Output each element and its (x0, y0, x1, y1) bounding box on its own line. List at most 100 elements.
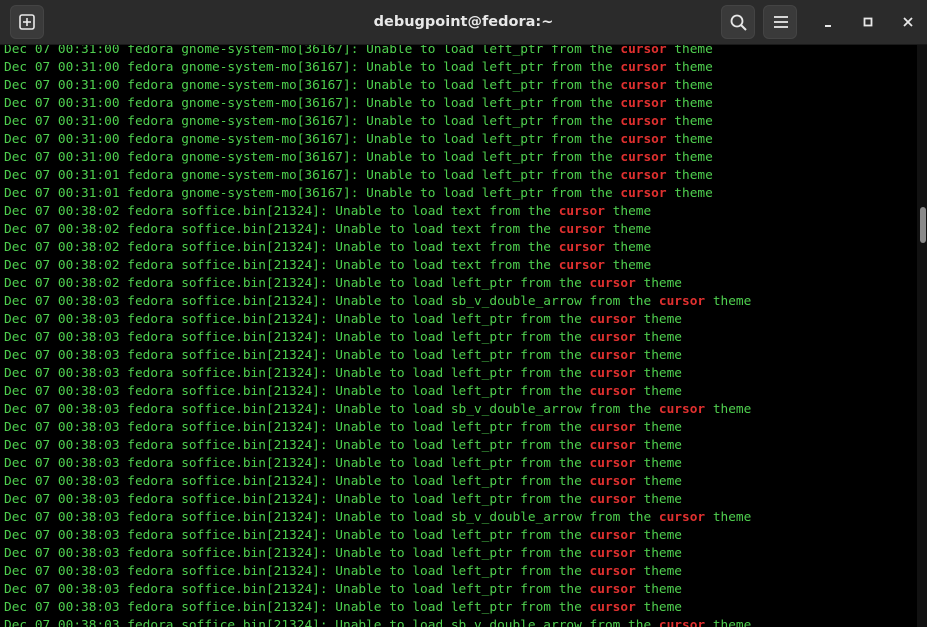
terminal-line: Dec 07 00:31:00 fedora gnome-system-mo[3… (4, 59, 751, 77)
terminal-line: Dec 07 00:38:02 fedora soffice.bin[21324… (4, 257, 751, 275)
maximize-icon (863, 17, 873, 27)
log-text: Dec 07 00:38:03 fedora soffice.bin[21324… (4, 600, 590, 615)
log-text-suffix: theme (635, 600, 683, 615)
highlighted-match: cursor (658, 618, 706, 627)
log-text: Dec 07 00:31:00 fedora gnome-system-mo[3… (4, 96, 621, 111)
log-text-suffix: theme (666, 114, 713, 129)
highlighted-match: cursor (620, 114, 667, 129)
highlighted-match: cursor (620, 96, 667, 111)
log-text-suffix: theme (705, 618, 752, 627)
scrollbar-thumb[interactable] (920, 207, 926, 243)
terminal-line: Dec 07 00:31:01 fedora gnome-system-mo[3… (4, 167, 751, 185)
minimize-button[interactable] (818, 12, 838, 32)
highlighted-match: cursor (658, 294, 706, 309)
log-text-suffix: theme (635, 330, 683, 345)
terminal-line: Dec 07 00:38:03 fedora soffice.bin[21324… (4, 365, 751, 383)
terminal-line: Dec 07 00:38:02 fedora soffice.bin[21324… (4, 221, 751, 239)
terminal-lines: Dec 07 00:31:00 fedora gnome-system-mo[3… (4, 45, 751, 627)
highlighted-match: cursor (589, 564, 636, 579)
highlighted-match: cursor (589, 528, 636, 543)
highlighted-match: cursor (558, 240, 605, 255)
highlighted-match: cursor (589, 582, 636, 597)
log-text: Dec 07 00:38:03 fedora soffice.bin[21324… (4, 582, 590, 597)
log-text: Dec 07 00:38:03 fedora soffice.bin[21324… (4, 294, 659, 309)
terminal-line: Dec 07 00:38:03 fedora soffice.bin[21324… (4, 455, 751, 473)
terminal-line: Dec 07 00:38:03 fedora soffice.bin[21324… (4, 491, 751, 509)
log-text-suffix: theme (666, 186, 713, 201)
highlighted-match: cursor (620, 78, 667, 93)
log-text-suffix: theme (635, 492, 683, 507)
terminal-line: Dec 07 00:38:03 fedora soffice.bin[21324… (4, 329, 751, 347)
log-text: Dec 07 00:38:03 fedora soffice.bin[21324… (4, 420, 590, 435)
highlighted-match: cursor (589, 366, 636, 381)
log-text: Dec 07 00:38:03 fedora soffice.bin[21324… (4, 384, 590, 399)
log-text-suffix: theme (635, 564, 683, 579)
log-text: Dec 07 00:31:00 fedora gnome-system-mo[3… (4, 114, 621, 129)
log-text: Dec 07 00:38:03 fedora soffice.bin[21324… (4, 348, 590, 363)
terminal-line: Dec 07 00:38:03 fedora soffice.bin[21324… (4, 401, 751, 419)
log-text: Dec 07 00:31:00 fedora gnome-system-mo[3… (4, 45, 621, 57)
highlighted-match: cursor (589, 384, 636, 399)
log-text: Dec 07 00:38:03 fedora soffice.bin[21324… (4, 546, 590, 561)
log-text-suffix: theme (635, 474, 683, 489)
terminal-line: Dec 07 00:38:03 fedora soffice.bin[21324… (4, 599, 751, 617)
log-text-suffix: theme (604, 240, 652, 255)
log-text-suffix: theme (666, 168, 713, 183)
log-text: Dec 07 00:38:03 fedora soffice.bin[21324… (4, 456, 590, 471)
log-text-suffix: theme (635, 438, 683, 453)
log-text-suffix: theme (635, 348, 683, 363)
highlighted-match: cursor (620, 186, 667, 201)
log-text: Dec 07 00:38:02 fedora soffice.bin[21324… (4, 204, 559, 219)
log-text-suffix: theme (604, 222, 652, 237)
log-text-suffix: theme (666, 132, 713, 147)
terminal-line: Dec 07 00:38:03 fedora soffice.bin[21324… (4, 383, 751, 401)
highlighted-match: cursor (589, 438, 636, 453)
terminal-line: Dec 07 00:38:02 fedora soffice.bin[21324… (4, 275, 751, 293)
log-text: Dec 07 00:31:00 fedora gnome-system-mo[3… (4, 132, 621, 147)
maximize-button[interactable] (858, 12, 878, 32)
terminal-line: Dec 07 00:38:02 fedora soffice.bin[21324… (4, 203, 751, 221)
log-text-suffix: theme (635, 456, 683, 471)
log-text-suffix: theme (635, 546, 683, 561)
highlighted-match: cursor (620, 45, 667, 57)
terminal-line: Dec 07 00:38:03 fedora soffice.bin[21324… (4, 581, 751, 599)
log-text-suffix: theme (666, 150, 713, 165)
terminal-line: Dec 07 00:38:02 fedora soffice.bin[21324… (4, 239, 751, 257)
menu-button[interactable] (763, 5, 797, 39)
close-button[interactable] (898, 12, 918, 32)
highlighted-match: cursor (589, 276, 636, 291)
log-text-suffix: theme (705, 294, 752, 309)
highlighted-match: cursor (589, 420, 636, 435)
terminal-line: Dec 07 00:31:01 fedora gnome-system-mo[3… (4, 185, 751, 203)
terminal-line: Dec 07 00:38:03 fedora soffice.bin[21324… (4, 563, 751, 581)
highlighted-match: cursor (620, 132, 667, 147)
highlighted-match: cursor (589, 546, 636, 561)
highlighted-match: cursor (620, 60, 667, 75)
log-text: Dec 07 00:38:03 fedora soffice.bin[21324… (4, 366, 590, 381)
log-text-suffix: theme (705, 510, 752, 525)
terminal-line: Dec 07 00:31:00 fedora gnome-system-mo[3… (4, 77, 751, 95)
terminal-line: Dec 07 00:38:03 fedora soffice.bin[21324… (4, 419, 751, 437)
log-text: Dec 07 00:38:03 fedora soffice.bin[21324… (4, 528, 590, 543)
log-text-suffix: theme (705, 402, 752, 417)
log-text-suffix: theme (635, 366, 683, 381)
log-text-suffix: theme (604, 204, 652, 219)
terminal-line: Dec 07 00:38:03 fedora soffice.bin[21324… (4, 617, 751, 627)
vertical-scrollbar[interactable] (917, 45, 927, 627)
log-text: Dec 07 00:38:03 fedora soffice.bin[21324… (4, 402, 659, 417)
highlighted-match: cursor (589, 600, 636, 615)
highlighted-match: cursor (589, 312, 636, 327)
terminal-line: Dec 07 00:31:00 fedora gnome-system-mo[3… (4, 149, 751, 167)
highlighted-match: cursor (589, 330, 636, 345)
log-text-suffix: theme (604, 258, 652, 273)
search-button[interactable] (721, 5, 755, 39)
log-text-suffix: theme (666, 78, 713, 93)
log-text: Dec 07 00:38:03 fedora soffice.bin[21324… (4, 330, 590, 345)
highlighted-match: cursor (558, 204, 605, 219)
log-text: Dec 07 00:38:03 fedora soffice.bin[21324… (4, 474, 590, 489)
terminal-output[interactable]: Dec 07 00:31:00 fedora gnome-system-mo[3… (0, 45, 917, 627)
highlighted-match: cursor (589, 474, 636, 489)
log-text: Dec 07 00:38:02 fedora soffice.bin[21324… (4, 258, 559, 273)
highlighted-match: cursor (658, 402, 706, 417)
log-text: Dec 07 00:38:03 fedora soffice.bin[21324… (4, 564, 590, 579)
